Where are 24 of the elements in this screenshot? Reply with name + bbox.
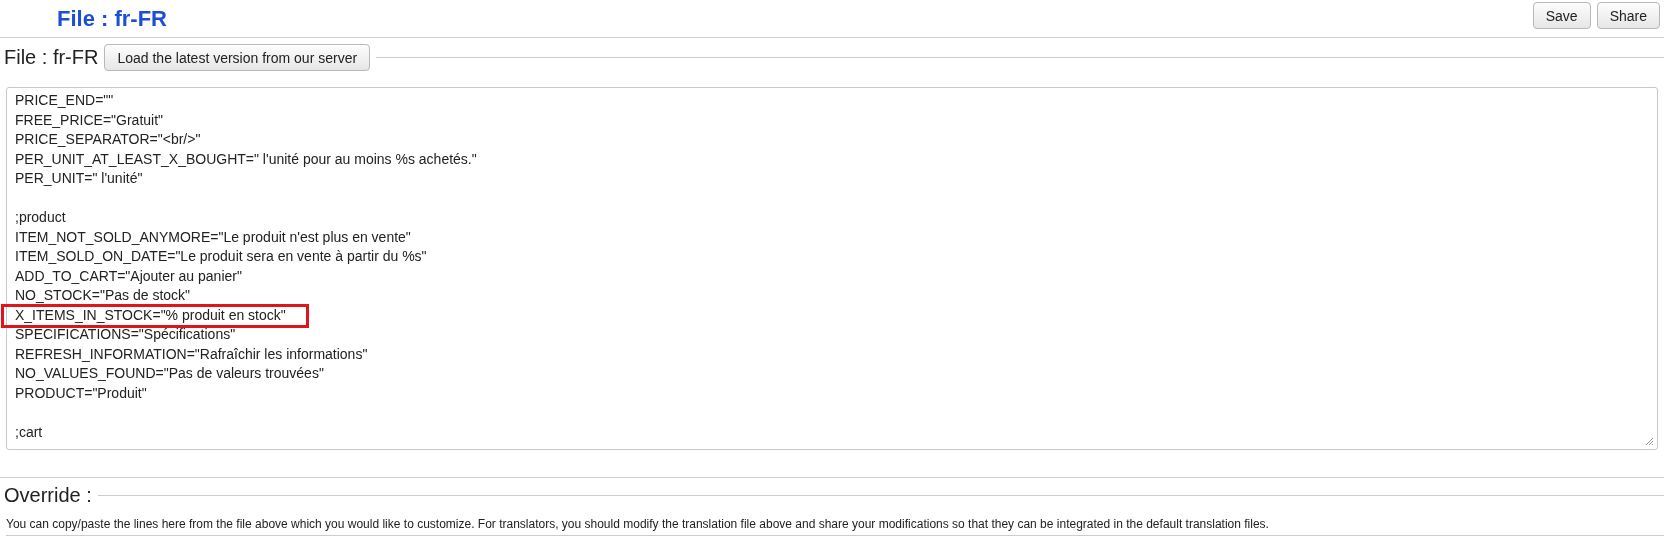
code-line: ITEM_NOT_SOLD_ANYMORE="Le produit n'est plus en vente": [15, 228, 411, 245]
code-line: ADD_TO_CART="Ajouter au panier": [15, 267, 242, 284]
load-latest-button[interactable]: Load the latest version from our server: [104, 44, 371, 71]
code-line: NO_VALUES_FOUND="Pas de valeurs trouvées": [15, 365, 324, 381]
page-title: File : fr-FR: [57, 6, 167, 32]
section-legend: Override :: [4, 484, 92, 507]
code-line: REFRESH_INFORMATION="Rafraîchir les informations": [15, 345, 368, 362]
code-line: ITEM_SOLD_ON_DATE="Le produit sera en vente à partir du %s": [15, 248, 427, 264]
code-line: PRICE_SEPARATOR="<br/>": [15, 131, 201, 147]
code-line: ;cart: [15, 423, 43, 440]
code-line: ;product: [15, 209, 66, 225]
code-line: PRODUCT="Produit": [15, 384, 147, 401]
code-line: PER_UNIT_AT_LEAST_X_BOUGHT=" l'unité pour au moins %s achetés.": [15, 150, 477, 167]
code-line: PRICE_END="": [15, 92, 114, 108]
share-button[interactable]: Share: [1596, 2, 1660, 29]
code-line: FREE_PRICE="Gratuit": [15, 111, 164, 128]
section-legend: File : fr-FR: [4, 46, 99, 69]
override-description: You can copy/paste the lines here from the file above which you would like to customize. For translators, you should modify the translation file above and share your modifications so that they can be integrated in the default translation files.: [6, 517, 1664, 536]
code-line: PER_UNIT=" l'unité": [15, 170, 143, 186]
code-line: NO_STOCK="Pas de stock": [15, 287, 191, 303]
save-button[interactable]: Save: [1532, 2, 1591, 29]
code-line: X_ITEMS_IN_STOCK="% produit en stock": [15, 306, 286, 323]
code-line: SPECIFICATIONS="Spécifications": [15, 326, 236, 342]
resize-grip-icon[interactable]: [1644, 436, 1654, 446]
